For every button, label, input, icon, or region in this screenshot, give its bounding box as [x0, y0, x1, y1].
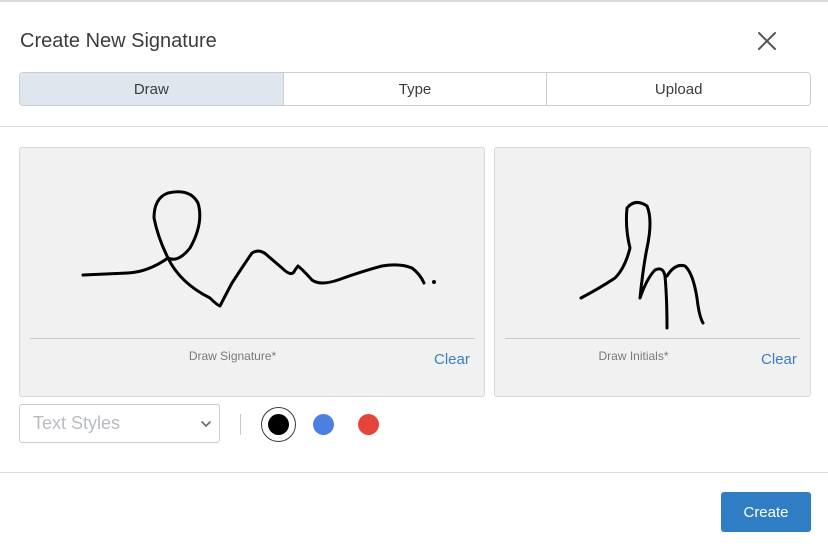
close-button[interactable] [754, 28, 780, 54]
footer-divider [0, 472, 828, 473]
clear-signature-link[interactable]: Clear [434, 351, 470, 368]
selected-color-dot [268, 414, 289, 435]
initials-baseline [505, 338, 800, 339]
close-icon [758, 32, 776, 50]
signature-mode-tabs: Draw Type Upload [19, 72, 811, 106]
create-button[interactable]: Create [721, 492, 811, 532]
text-styles-placeholder: Text Styles [33, 413, 121, 433]
signature-baseline [30, 338, 475, 339]
dialog-title: Create New Signature [20, 30, 217, 52]
signature-pad[interactable]: Draw Signature* Clear [19, 147, 485, 397]
color-swatch-red[interactable] [358, 414, 379, 435]
color-swatch-black[interactable] [261, 407, 296, 442]
color-swatch-blue[interactable] [313, 414, 334, 435]
chevron-down-icon [201, 421, 211, 428]
clear-initials-link[interactable]: Clear [761, 351, 797, 368]
header-divider [0, 126, 828, 127]
backdrop-edge [0, 0, 828, 2]
text-styles-select[interactable]: Text Styles [19, 404, 220, 443]
tab-upload[interactable]: Upload [547, 73, 810, 105]
tab-draw[interactable]: Draw [20, 73, 284, 105]
create-signature-dialog: Create New Signature Draw Type Upload Dr… [0, 0, 828, 548]
initials-pad[interactable]: Draw Initials* Clear [494, 147, 811, 397]
toolbar-separator [240, 414, 241, 435]
initials-caption: Draw Initials* [598, 349, 669, 363]
signature-caption: Draw Signature* [188, 349, 277, 363]
tab-type[interactable]: Type [283, 73, 548, 105]
